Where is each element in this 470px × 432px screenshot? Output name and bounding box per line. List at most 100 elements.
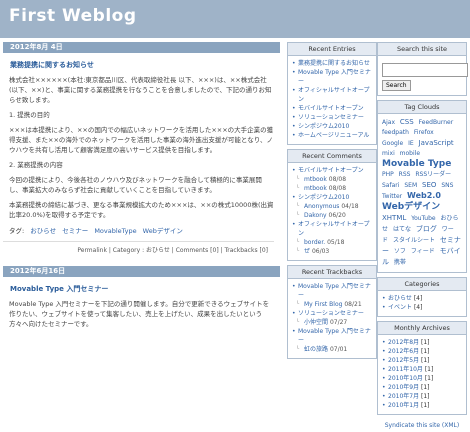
tag-cloud-link[interactable]: SEM [404,182,417,189]
search-box: Search this site Search [377,42,468,96]
tag-cloud-link[interactable]: ソフ [394,248,406,255]
recent-entry-link[interactable]: オフィシャルサイトオープン [298,87,370,103]
tag-cloud-link[interactable]: feedpath [382,129,409,136]
tag-cloud-link[interactable]: Webデザイン [382,202,440,212]
tag-cloud-link[interactable]: mobile [400,150,420,157]
comment-entry-link[interactable]: シンポジウム2010 [298,194,349,201]
tags-label: タグ: [9,227,25,235]
trackback-entry-link[interactable]: ソリューションセミナー [298,310,364,317]
comment-date: 08/08 [328,185,347,192]
entry-paragraph: Movable Type 入門セミナーを下記の通り開催します。自分で更新できるウ… [9,300,270,328]
archive-link[interactable]: 2010年1月 [388,402,419,409]
tag-cloud-link[interactable]: Web2.0 [407,191,441,200]
tag-link[interactable]: おひらせ [30,227,56,235]
tag-clouds-box: Tag Clouds Ajax CSS FeedBurner feedpath … [377,100,467,273]
comment-author-link[interactable]: border. [304,239,325,246]
entry: 2012年8月 4日 業務提携に関するお知らせ 株式会社××××××(本社:東京… [3,42,280,254]
tag-cloud-link[interactable]: Safari [382,182,399,189]
entry-title-link[interactable]: Movable Type 入門セミナー [10,284,280,294]
archive-link[interactable]: 2010年10月 [388,375,423,382]
search-button[interactable]: Search [382,80,411,91]
entry-tags: タグ: おひらせ セミナー MovableType Webデザイン [9,225,274,235]
syndicate-link[interactable]: Syndicate this site (XML) [385,422,459,429]
trackback-date: 07/27 [329,319,348,326]
comment-entry-link[interactable]: オフィシャルサイトオープン [298,221,370,237]
archive-link[interactable]: 2010年7月 [388,393,419,400]
tag-link[interactable]: MovableType [94,227,136,235]
monthly-archives-title: Monthly Archives [378,322,466,335]
comment-author-link[interactable]: ぜ [304,248,310,255]
tag-cloud-link[interactable]: RSS [399,171,411,178]
tag-link[interactable]: セミナー [62,227,88,235]
trackback-source-link[interactable]: 虹の旅路 [304,346,328,353]
tag-cloud-link[interactable]: Ajax [382,119,395,126]
comment-date: 06/20 [328,212,346,219]
recent-entry-link[interactable]: ホームページリニューアル [298,132,369,139]
tag-cloud-link[interactable]: XHTML [382,214,406,222]
comment-author-link[interactable]: Dakony [304,212,327,219]
archive-count: [1] [421,393,430,400]
archive-link[interactable]: 2012年6月 [388,348,419,355]
archive-count: [1] [424,366,434,373]
archive-link[interactable]: 2012年8月 [388,339,419,346]
comment-author-link[interactable]: mtbook [304,176,327,183]
recent-entry-link[interactable]: 業務提携に関するお知らせ [298,60,370,67]
archive-count: [1] [424,375,434,382]
tag-cloud-link[interactable]: 携帯 [394,259,406,266]
site-title-link[interactable]: First Weblog [9,6,137,26]
tag-cloud-link[interactable]: Google [382,140,403,147]
tag-cloud-link[interactable]: スタイルシート [393,237,435,244]
recent-entries-title: Recent Entries [288,43,376,56]
archive-link[interactable]: 2011年10月 [388,366,423,373]
entry: 2012年6月16日 Movable Type 入門セミナー Movable T… [3,266,280,329]
trackback-source-link[interactable]: My First Blog [304,301,342,308]
archive-count: [1] [421,339,430,346]
tag-cloud-link[interactable]: JavaScript [419,139,454,147]
monthly-archives-box: Monthly Archives 2012年8月 [1] 2012年6月 [1]… [377,321,467,415]
entry-paragraph: 2. 業務提携の内容 [9,161,63,169]
tag-cloud-link[interactable]: Twitter [382,193,402,200]
recent-comments-title: Recent Comments [288,150,376,163]
recent-entry-link[interactable]: シンポジウム2010 [298,123,349,130]
tag-cloud-link[interactable]: YouTube [411,215,435,222]
entry-paragraph: ×××は本提携により、××の国内での幅広いネットワークを活用した×××の大手企業… [9,126,274,154]
trackback-source-link[interactable]: 小仲空間 [304,319,328,326]
tag-cloud-link[interactable]: FeedBurner [419,119,454,126]
tag-cloud-link[interactable]: ブログ [416,225,437,233]
recent-entry-link[interactable]: ソリューションセミナー [298,114,364,121]
category-link[interactable]: イベント [388,304,412,311]
main-content: 2012年8月 4日 業務提携に関するお知らせ 株式会社××××××(本社:東京… [3,42,280,356]
tag-cloud-link[interactable]: PHP [382,171,394,178]
comment-entry-link[interactable]: モバイルサイトオープン [298,167,364,174]
tag-cloud-link[interactable]: SEO [422,181,436,189]
archive-link[interactable]: 2012年5月 [388,357,419,364]
tag-cloud-link[interactable]: mixi [382,150,395,157]
entry-title-link[interactable]: 業務提携に関するお知らせ [10,60,280,70]
archive-link[interactable]: 2010年9月 [388,384,419,391]
tag-cloud-link[interactable]: SNS [441,182,453,189]
tag-cloud-link[interactable]: Firefox [414,129,434,136]
entry-paragraph: 今回の提携により、今後各社のノウハウ及びネットワークを融合して積極的に事業展開し… [9,176,262,194]
tag-cloud-link[interactable]: RSSリーダー [415,171,451,178]
comment-author-link[interactable]: Anonymous [304,203,339,210]
tag-cloud-link[interactable]: Movable Type [382,159,451,169]
entry-footer-links[interactable]: Permalink | Category : おひらせ | Comments [… [3,241,274,254]
category-link[interactable]: おひらせ [388,295,412,302]
tag-link[interactable]: Webデザイン [143,227,183,235]
categories-title: Categories [378,278,466,291]
tag-cloud-link[interactable]: フィード [411,248,435,255]
tag-cloud-link[interactable]: はてな [393,226,411,233]
comment-date: 04/18 [341,203,359,210]
recent-entry-link[interactable]: モバイルサイトオープン [298,105,364,112]
archive-count: [1] [421,384,430,391]
recent-entry-link[interactable]: Movable Type 入門セミナー [298,69,371,85]
comment-author-link[interactable]: mtbook [304,185,327,192]
entry-paragraph: 株式会社××××××(本社:東京都品川区、代表取締役社長 以下、×××)は、××… [9,76,272,104]
search-input[interactable] [382,63,468,77]
entry-body: 株式会社××××××(本社:東京都品川区、代表取締役社長 以下、×××)は、××… [9,75,274,220]
tag-cloud-link[interactable]: CSS [400,118,414,126]
comment-date: 05/18 [327,239,345,246]
trackback-entry-link[interactable]: Movable Type 入門セミナー [298,283,371,299]
trackback-entry-link[interactable]: Movable Type 入門セミナー [298,328,371,344]
tag-cloud-link[interactable]: IE [408,140,414,147]
